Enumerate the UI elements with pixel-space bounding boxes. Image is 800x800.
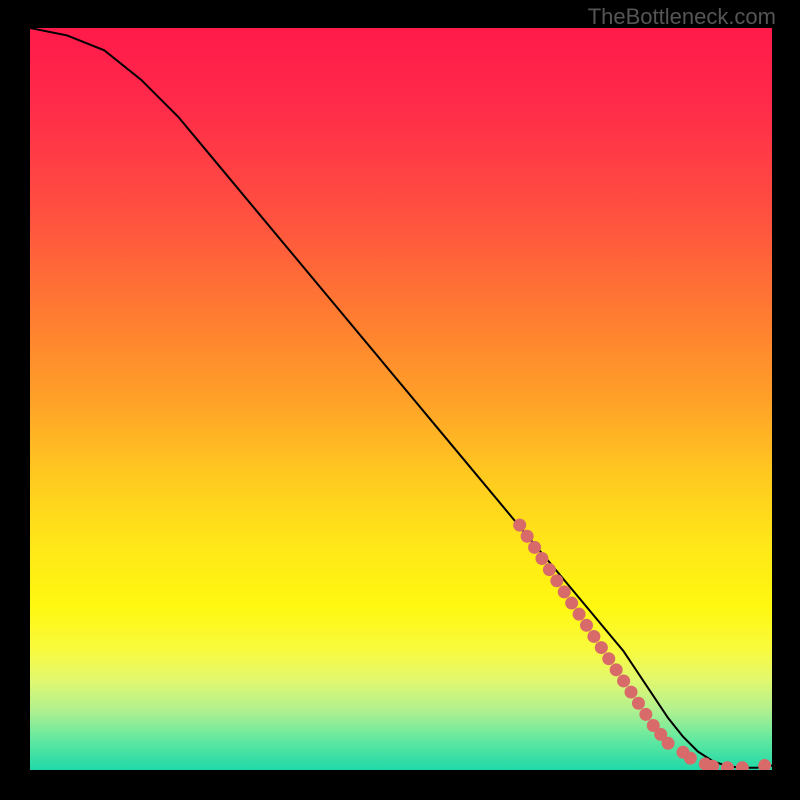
marker-point [639, 708, 652, 721]
watermark-text: TheBottleneck.com [588, 4, 776, 30]
marker-point [736, 761, 749, 770]
marker-point [535, 552, 548, 565]
marker-point [543, 563, 556, 576]
marker-point [662, 737, 675, 750]
marker-point [528, 541, 541, 554]
marker-point [684, 752, 697, 765]
marker-point [758, 759, 771, 770]
marker-point [558, 585, 571, 598]
marker-point [521, 530, 534, 543]
marker-point [513, 519, 526, 532]
marker-point [573, 608, 586, 621]
marker-point [617, 674, 630, 687]
main-curve-line [30, 28, 772, 768]
marker-point [602, 652, 615, 665]
plot-area [30, 28, 772, 770]
marker-point [625, 686, 638, 699]
chart-svg [30, 28, 772, 770]
marker-point [632, 697, 645, 710]
marker-point [610, 663, 623, 676]
marker-point [721, 761, 734, 770]
marker-point [587, 630, 600, 643]
marker-point [580, 619, 593, 632]
marker-point [595, 641, 608, 654]
marker-point [565, 597, 578, 610]
marker-point [550, 574, 563, 587]
marker-group [513, 519, 771, 770]
chart-container: TheBottleneck.com [0, 0, 800, 800]
